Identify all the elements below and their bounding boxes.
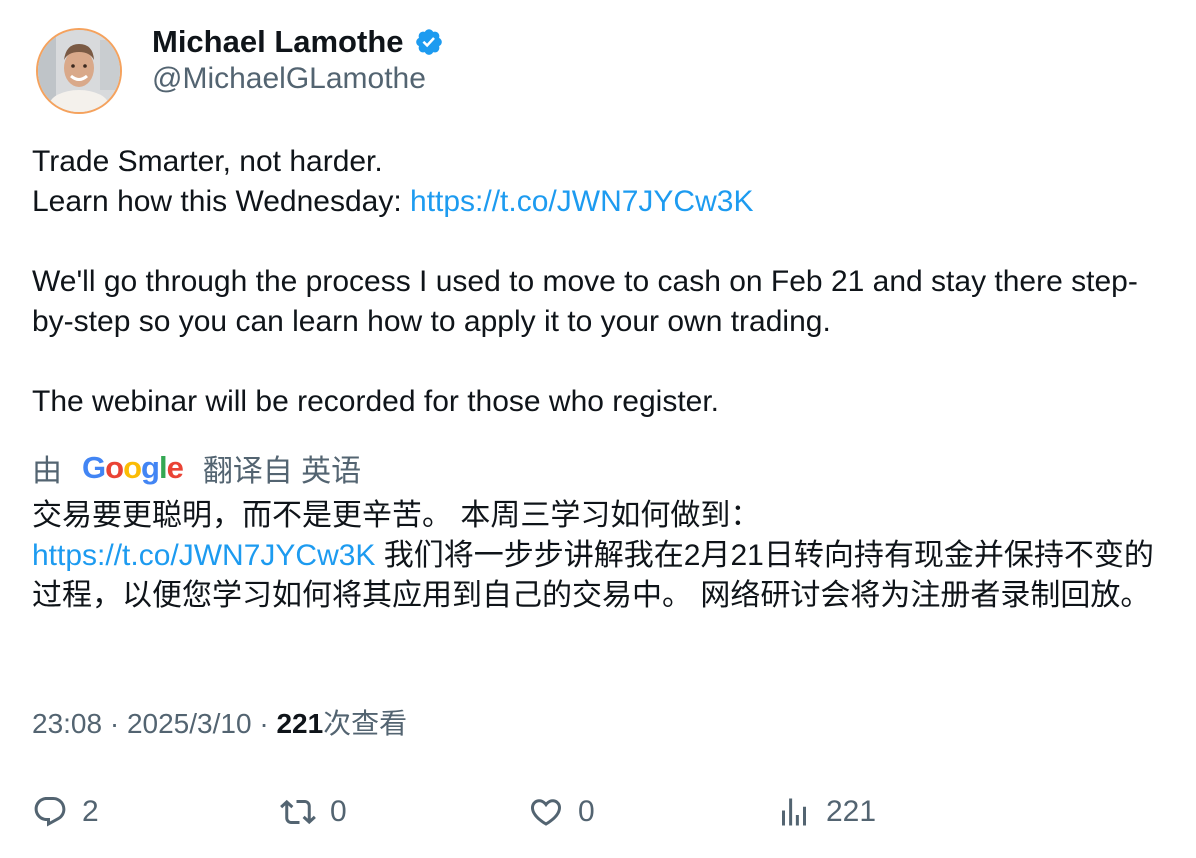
tweet-actions: 2 0 0 221 (0, 790, 1196, 834)
tweet-line-2-text: Learn how this Wednesday: (32, 185, 411, 218)
tweet-paragraph-2: We'll go through the process I used to m… (32, 265, 1138, 338)
translated-from-label: 翻译自 英语 (202, 455, 362, 488)
translated-link[interactable]: https://t.co/JWN7JYCw3K (32, 539, 375, 572)
translation-attribution: 由 Google 翻译自 英语 (32, 448, 361, 488)
translated-text: 交易要更聪明，而不是更辛苦。 本周三学习如何做到： https://t.co/JW… (32, 496, 1172, 616)
author-handle[interactable]: @MichaelGLamothe (152, 62, 426, 96)
reply-count: 2 (82, 795, 99, 828)
tweet-text: Trade Smarter, not harder. Learn how thi… (32, 142, 1172, 422)
author-avatar[interactable] (36, 28, 122, 114)
tweet-paragraph-3: The webinar will be recorded for those w… (32, 385, 720, 418)
tweet-line-1: Trade Smarter, not harder. (32, 145, 383, 178)
translated-by-label: 由 (32, 455, 62, 488)
like-count: 0 (578, 795, 595, 828)
heart-icon (530, 799, 562, 826)
meta-separator: · (109, 708, 127, 739)
meta-separator: · (259, 708, 277, 739)
google-logo: Google (82, 450, 184, 485)
tweet-date[interactable]: 2025/3/10 (127, 708, 252, 739)
repost-button[interactable]: 0 (280, 790, 347, 834)
tweet-time[interactable]: 23:08 (32, 708, 102, 739)
reply-icon (34, 797, 66, 827)
verified-badge-icon (415, 29, 442, 55)
avatar-photo (38, 30, 120, 112)
tweet-link[interactable]: https://t.co/JWN7JYCw3K (410, 185, 753, 218)
views-count: 221 (276, 708, 324, 739)
views-label: 次查看 (323, 708, 408, 739)
like-button[interactable]: 0 (528, 790, 595, 834)
views-chart-icon (782, 798, 806, 826)
reply-button[interactable]: 2 (32, 790, 99, 834)
views-count-action: 221 (826, 795, 877, 828)
tweet-meta: 23:08 · 2025/3/10 · 221次查看 (32, 704, 407, 744)
repost-count: 0 (330, 795, 347, 828)
author-name[interactable]: Michael Lamothe (152, 24, 404, 60)
repost-icon (280, 799, 316, 825)
author-name-row[interactable]: Michael Lamothe (152, 22, 444, 62)
views-button[interactable]: 221 (776, 790, 876, 834)
tweet-line-2: Learn how this Wednesday: https://t.co/J… (32, 182, 1172, 222)
translated-text-part-1: 交易要更聪明，而不是更辛苦。 本周三学习如何做到： (32, 499, 761, 532)
